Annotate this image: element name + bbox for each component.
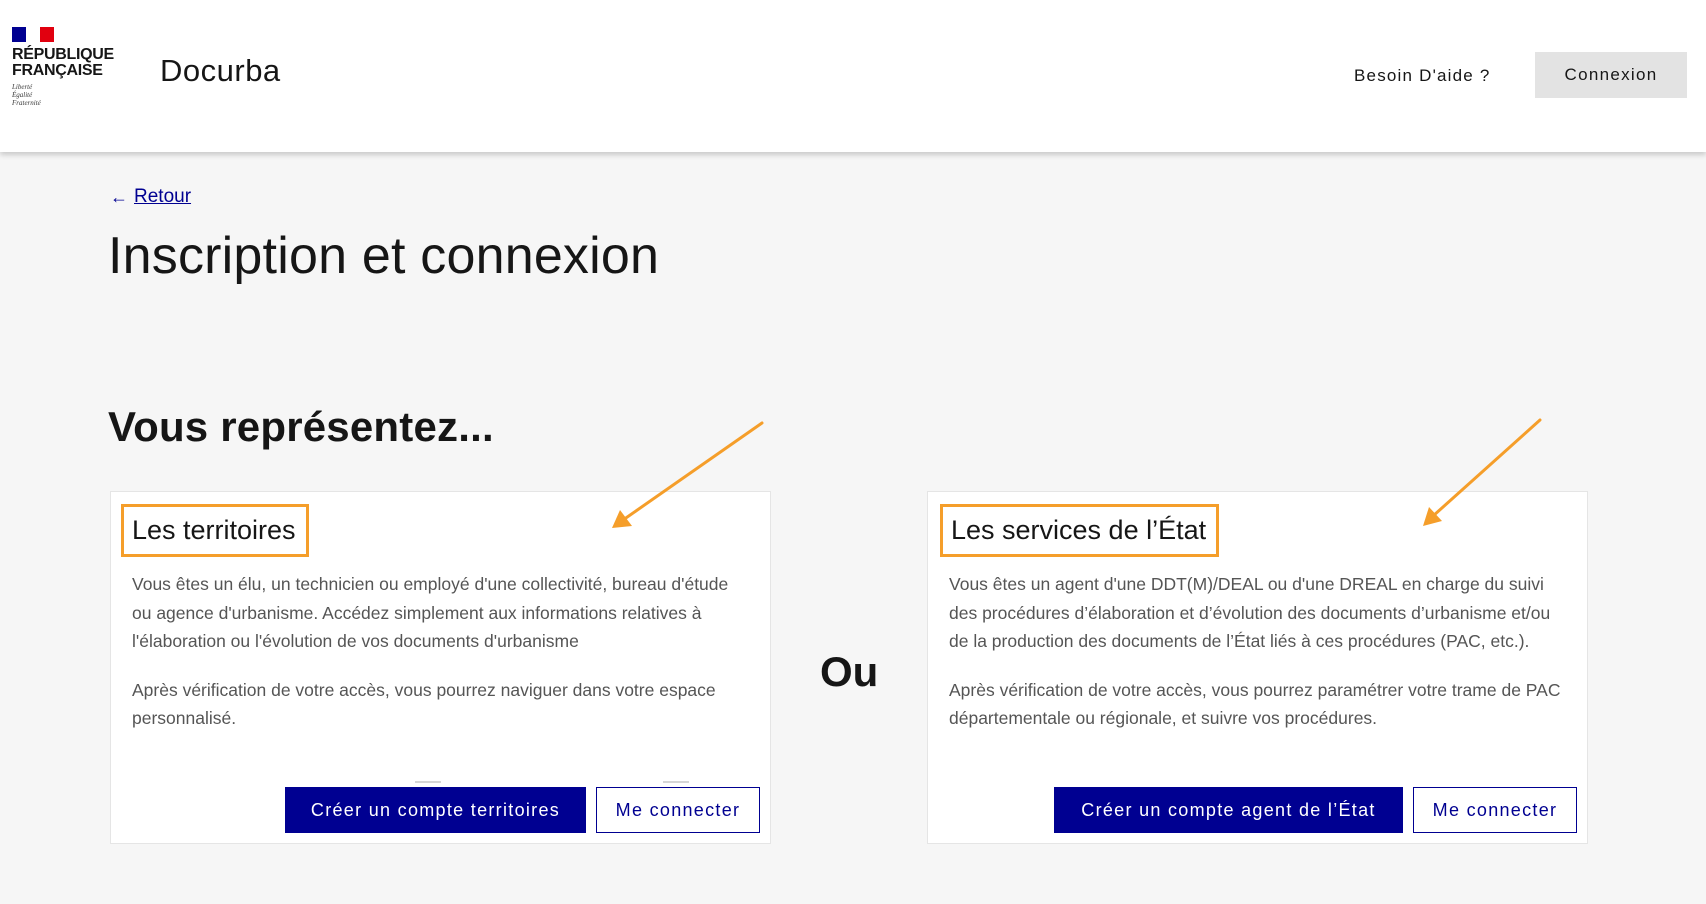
card-description-paragraph: Après vérification de votre accès, vous … — [949, 679, 1561, 729]
card-services-etat: Les services de l’État Vous êtes un agen… — [927, 491, 1588, 844]
arrow-left-icon: ← — [110, 186, 128, 207]
card-description-paragraph: Après vérification de votre accès, vous … — [132, 679, 716, 729]
create-account-territoires-button[interactable]: Créer un compte territoires — [285, 787, 586, 833]
site-header: RÉPUBLIQUE FRANÇAISE Liberté Égalité Fra… — [0, 0, 1706, 152]
card-actions: Créer un compte agent de l’État Me conne… — [1054, 787, 1577, 833]
section-title: Vous représentez... — [108, 403, 494, 450]
french-flag-icon — [12, 27, 54, 42]
service-name[interactable]: Docurba — [160, 53, 281, 89]
card-description-paragraph: Vous êtes un élu, un technicien ou emplo… — [132, 574, 729, 651]
login-etat-button[interactable]: Me connecter — [1413, 787, 1577, 833]
login-territoires-button[interactable]: Me connecter — [596, 787, 760, 833]
header-login-button[interactable]: Connexion — [1535, 52, 1687, 98]
page-title: Inscription et connexion — [108, 227, 660, 285]
card-title: Les territoires — [121, 504, 309, 557]
logo-motto: Liberté Égalité Fraternité — [12, 83, 41, 107]
logo-republic-name: RÉPUBLIQUE FRANÇAISE — [12, 46, 114, 79]
card-title: Les services de l’État — [940, 504, 1220, 557]
republique-francaise-logo[interactable]: RÉPUBLIQUE FRANÇAISE Liberté Égalité Fra… — [12, 27, 122, 107]
back-link-label: Retour — [134, 186, 192, 207]
divider — [663, 781, 689, 783]
help-link[interactable]: Besoin D'aide ? — [1354, 66, 1491, 86]
divider — [415, 781, 441, 783]
card-territoires: Les territoires Vous êtes un élu, un tec… — [110, 491, 771, 844]
back-link[interactable]: ← Retour — [110, 186, 191, 208]
create-account-etat-button[interactable]: Créer un compte agent de l’État — [1054, 787, 1403, 833]
card-description: Vous êtes un agent d'une DDT(M)/DEAL ou … — [949, 570, 1563, 733]
card-actions: Créer un compte territoires Me connecter — [285, 787, 760, 833]
card-description: Vous êtes un élu, un technicien ou emplo… — [132, 570, 746, 733]
card-description-paragraph: Vous êtes un agent d'une DDT(M)/DEAL ou … — [949, 574, 1551, 651]
or-separator: Ou — [820, 648, 879, 695]
